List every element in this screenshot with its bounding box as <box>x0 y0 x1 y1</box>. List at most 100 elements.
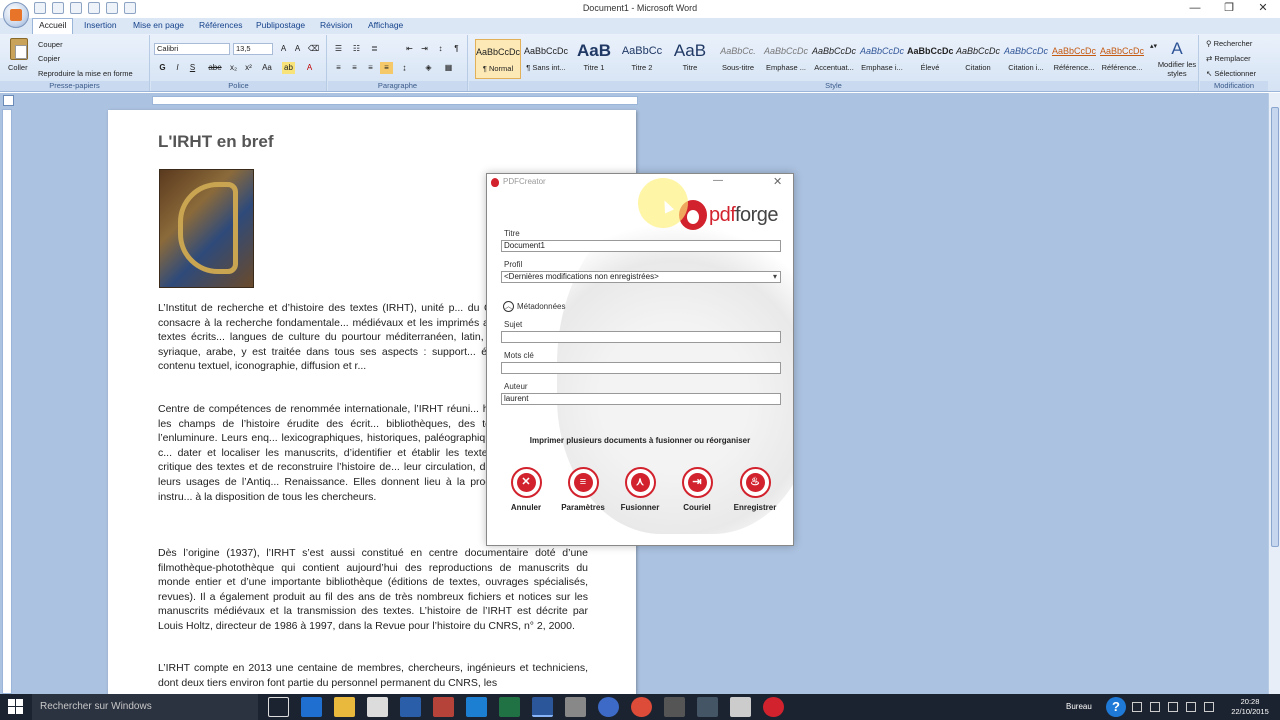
dialog-minimize-button[interactable]: — <box>713 175 723 186</box>
file-explorer-icon[interactable] <box>334 697 355 717</box>
auteur-field[interactable]: laurent <box>501 393 781 405</box>
start-button[interactable] <box>8 699 24 715</box>
paste-icon[interactable] <box>10 38 28 60</box>
couriel-button[interactable]: ⇥ Couriel <box>672 467 722 512</box>
profil-select[interactable]: <Dernières modifications non enregistrée… <box>501 271 781 283</box>
bold-button[interactable]: G <box>156 62 169 74</box>
sort-icon[interactable]: ↕ <box>434 43 447 55</box>
tab-affichage[interactable]: Affichage <box>368 20 403 30</box>
justify-icon[interactable]: ≡ <box>380 62 393 74</box>
align-center-icon[interactable]: ≡ <box>348 62 361 74</box>
line-spacing-icon[interactable]: ↨ <box>398 62 411 74</box>
style-titre1[interactable]: AaB Titre 1 <box>571 39 617 79</box>
scrollbar-thumb[interactable] <box>1271 107 1279 547</box>
merge-hint-link[interactable]: Imprimer plusieurs documents à fusionner… <box>487 436 793 445</box>
excel-icon[interactable] <box>499 697 520 717</box>
word-icon[interactable] <box>532 697 553 717</box>
shading-icon[interactable]: ◈ <box>422 62 435 74</box>
clear-format-icon[interactable]: ⌫ <box>307 43 320 55</box>
format-painter-button[interactable]: Reproduire la mise en forme <box>38 69 133 78</box>
numbering-icon[interactable]: ☷ <box>350 43 363 55</box>
modify-styles-button[interactable]: A Modifier les styles <box>1157 38 1197 78</box>
help-icon[interactable]: ? <box>1106 697 1126 717</box>
motscle-field[interactable] <box>501 362 781 374</box>
superscript-button[interactable]: x² <box>242 62 255 74</box>
style-reference-intense[interactable]: AaBbCcDc Référence... <box>1099 39 1145 79</box>
show-marks-icon[interactable]: ¶ <box>450 43 463 55</box>
tab-selector[interactable] <box>3 95 14 106</box>
annuler-button[interactable]: ✕ Annuler <box>501 467 551 512</box>
fusionner-button[interactable]: ⋏ Fusionner <box>615 467 665 512</box>
style-citation[interactable]: AaBbCcDc Citation <box>955 39 1001 79</box>
style-titre[interactable]: AaB Titre <box>667 39 713 79</box>
style-reference-pale[interactable]: AaBbCcDc Référence... <box>1051 39 1097 79</box>
app-icon[interactable] <box>433 697 454 717</box>
bullets-icon[interactable]: ☰ <box>332 43 345 55</box>
maximize-button[interactable]: ❐ <box>1212 0 1246 18</box>
app5-icon[interactable] <box>697 697 718 717</box>
taskbar-clock[interactable]: 20:28 22/10/2015 <box>1224 697 1276 717</box>
highlight-icon[interactable]: ab <box>282 62 295 74</box>
vertical-scrollbar[interactable] <box>1268 93 1280 694</box>
pdfcreator-taskbar-icon[interactable] <box>763 697 784 717</box>
tab-revision[interactable]: Révision <box>320 20 353 30</box>
notifications-icon[interactable] <box>1204 702 1214 712</box>
app4-icon[interactable] <box>664 697 685 717</box>
grow-font-icon[interactable]: A <box>277 43 290 55</box>
style-sans-interligne[interactable]: AaBbCcDc ¶ Sans int... <box>523 39 569 79</box>
style-eleve[interactable]: AaBbCcDc Élevé <box>907 39 953 79</box>
enregistrer-button[interactable]: ♨ Enregistrer <box>730 467 780 512</box>
chrome-icon[interactable] <box>631 697 652 717</box>
volume-icon[interactable] <box>1150 702 1160 712</box>
titre-field[interactable]: Document1 <box>501 240 781 252</box>
decrease-indent-icon[interactable]: ⇤ <box>403 43 416 55</box>
style-accentuation[interactable]: AaBbCcDc Accentuat... <box>811 39 857 79</box>
style-normal[interactable]: AaBbCcDc ¶ Normal <box>475 39 521 79</box>
app6-icon[interactable] <box>730 697 751 717</box>
borders-icon[interactable]: ▦ <box>442 62 455 74</box>
outlook-icon[interactable] <box>400 697 421 717</box>
browser-icon[interactable] <box>598 697 619 717</box>
strikethrough-button[interactable]: abe <box>205 62 225 74</box>
style-titre2[interactable]: AaBbCc Titre 2 <box>619 39 665 79</box>
copy-button[interactable]: Copier <box>38 54 60 63</box>
tray-toolbar-label[interactable]: Bureau <box>1066 702 1092 711</box>
paste-button[interactable]: Coller <box>8 63 28 72</box>
shrink-font-icon[interactable]: A <box>291 43 304 55</box>
dialog-close-button[interactable]: ✕ <box>773 175 782 188</box>
sujet-field[interactable] <box>501 331 781 343</box>
tab-mise-en-page[interactable]: Mise en page <box>133 20 184 30</box>
style-sous-titre[interactable]: AaBbCc. Sous-titre <box>715 39 761 79</box>
taskbar-search-box[interactable]: Rechercher sur Windows <box>32 694 258 720</box>
style-emphase-intense[interactable]: AaBbCcDc Emphase i... <box>859 39 905 79</box>
underline-button[interactable]: S <box>186 62 199 74</box>
subscript-button[interactable]: x₂ <box>227 62 240 74</box>
style-emphase-pale[interactable]: AaBbCcDc Emphase ... <box>763 39 809 79</box>
network-icon[interactable] <box>1132 702 1142 712</box>
office-button[interactable] <box>3 2 29 28</box>
store-icon[interactable] <box>367 697 388 717</box>
style-citation-intense[interactable]: AaBbCcDc Citation i... <box>1003 39 1049 79</box>
keyboard-icon[interactable] <box>1186 702 1196 712</box>
change-case-button[interactable]: Aa <box>258 62 276 74</box>
increase-indent-icon[interactable]: ⇥ <box>418 43 431 55</box>
tab-references[interactable]: Références <box>199 20 242 30</box>
vertical-ruler[interactable] <box>2 109 12 694</box>
tab-insertion[interactable]: Insertion <box>84 20 117 30</box>
battery-icon[interactable] <box>1168 702 1178 712</box>
italic-button[interactable]: I <box>171 62 184 74</box>
font-color-button[interactable]: A <box>303 62 316 74</box>
horizontal-ruler[interactable] <box>152 96 638 105</box>
edge-icon[interactable] <box>301 697 322 717</box>
cut-button[interactable]: Couper <box>38 40 63 49</box>
font-size-combo[interactable]: 13,5 <box>233 43 273 55</box>
minimize-button[interactable]: — <box>1178 0 1212 18</box>
tab-accueil[interactable]: Accueil <box>32 18 74 34</box>
select-button[interactable]: ↖ Sélectionner <box>1206 69 1256 78</box>
app2-icon[interactable] <box>466 697 487 717</box>
tab-publipostage[interactable]: Publipostage <box>256 20 305 30</box>
multilevel-list-icon[interactable]: ≣ <box>368 43 381 55</box>
font-name-combo[interactable]: Calibri <box>154 43 230 55</box>
replace-button[interactable]: ⇄ Remplacer <box>1206 54 1251 63</box>
app3-icon[interactable] <box>565 697 586 717</box>
